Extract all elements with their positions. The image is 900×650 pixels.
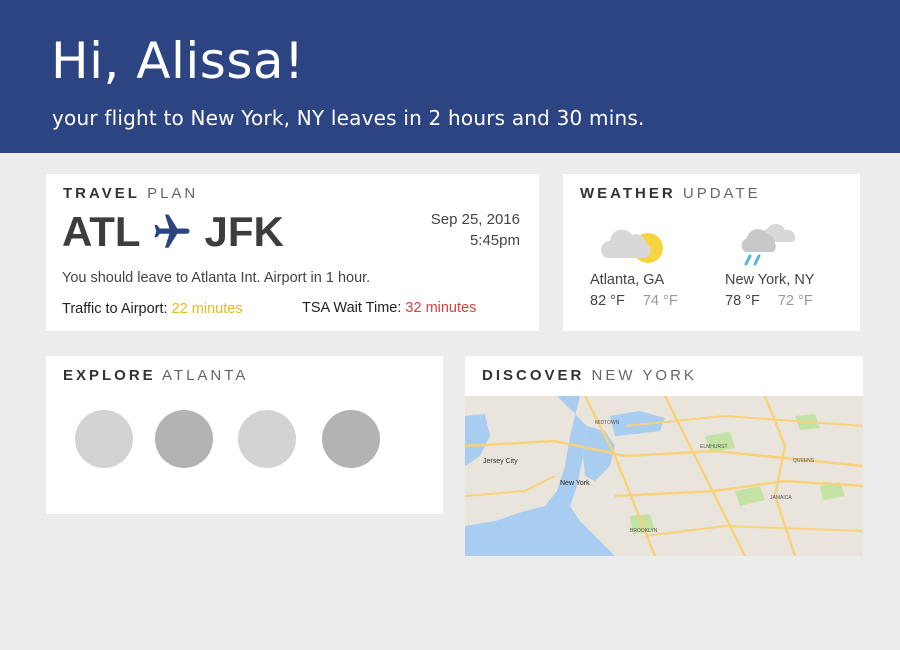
map-label-midtown: MIDTOWN	[595, 420, 620, 426]
flight-time: 5:45pm	[469, 232, 520, 249]
card-title-bold: WEATHER	[580, 185, 676, 202]
travel-plan-title: TRAVEL PLAN	[63, 185, 198, 202]
city-map[interactable]: Jersey City New York MIDTOWN ELMHURST QU…	[465, 396, 863, 556]
destination-airport: JFK	[204, 208, 284, 255]
partly-sunny-icon	[601, 229, 663, 263]
explore-atlanta-card: EXPLORE ATLANTA	[46, 356, 443, 514]
map-label-elmhurst: ELMHURST	[700, 444, 728, 450]
leave-reminder: You should leave to Atlanta Int. Airport…	[62, 270, 371, 286]
travel-plan-card[interactable]: TRAVEL PLAN ATL JFK Sep 25, 2016 5:45pm …	[46, 174, 539, 331]
map-label-jamaica: JAMAICA	[770, 495, 792, 501]
map-label-queens: QUEENS	[793, 458, 815, 464]
explore-item[interactable]	[75, 410, 133, 468]
traffic-info: Traffic to Airport: 22 minutes	[62, 301, 243, 317]
airplane-icon	[154, 214, 190, 248]
greeting-header: Hi, Alissa! your flight to New York, NY …	[0, 0, 900, 153]
tsa-info: TSA Wait Time: 32 minutes	[302, 300, 476, 316]
map-graphic: Jersey City New York MIDTOWN ELMHURST QU…	[465, 396, 863, 556]
map-label-brooklyn: BROOKLYN	[630, 528, 658, 534]
temp-high: 78 °F	[725, 293, 760, 309]
card-title-rest: NEW YORK	[591, 367, 697, 384]
discover-title: DISCOVER NEW YORK	[482, 367, 697, 384]
flight-route: ATL JFK	[62, 208, 284, 256]
tsa-value: 32 minutes	[405, 300, 477, 316]
traffic-value: 22 minutes	[171, 301, 243, 317]
card-title-bold: TRAVEL	[63, 185, 140, 202]
discover-new-york-card: DISCOVER NEW YORK Jersey City New York M…	[465, 356, 863, 556]
rain-cloud-icon	[741, 223, 796, 266]
explore-item[interactable]	[322, 410, 380, 468]
origin-airport: ATL	[62, 208, 141, 255]
card-title-bold: EXPLORE	[63, 367, 156, 384]
traffic-label: Traffic to Airport:	[62, 301, 168, 317]
card-title-rest: PLAN	[147, 185, 199, 202]
map-label-new-york: New York	[560, 480, 590, 487]
explore-title: EXPLORE ATLANTA	[63, 367, 248, 384]
tsa-label: TSA Wait Time:	[302, 300, 402, 316]
map-label-jersey-city: Jersey City	[483, 458, 518, 465]
weather-atlanta: Atlanta, GA 82 °F 74 °F	[590, 218, 710, 309]
card-title-bold: DISCOVER	[482, 367, 585, 384]
flight-datetime: Sep 25, 2016 5:45pm	[431, 209, 520, 251]
weather-temps: 78 °F 72 °F	[725, 293, 845, 309]
weather-city: New York, NY	[725, 272, 815, 288]
explore-item[interactable]	[155, 410, 213, 468]
temp-high: 82 °F	[590, 293, 625, 309]
flight-date: Sep 25, 2016	[430, 211, 520, 228]
weather-update-card[interactable]: WEATHER UPDATE Atlanta, GA 82 °F 74 °F N…	[563, 174, 860, 331]
greeting-title: Hi, Alissa!	[51, 32, 305, 90]
temp-low: 72 °F	[777, 293, 813, 309]
weather-new-york: New York, NY 78 °F 72 °F	[725, 218, 845, 309]
flight-countdown: your flight to New York, NY leaves in 2 …	[52, 106, 645, 130]
explore-item[interactable]	[238, 410, 296, 468]
weather-city: Atlanta, GA	[590, 272, 665, 288]
card-title-rest: ATLANTA	[162, 367, 249, 384]
temp-low: 74 °F	[642, 293, 678, 309]
card-title-rest: UPDATE	[682, 185, 761, 202]
weather-temps: 82 °F 74 °F	[590, 293, 710, 309]
weather-update-title: WEATHER UPDATE	[580, 185, 761, 202]
